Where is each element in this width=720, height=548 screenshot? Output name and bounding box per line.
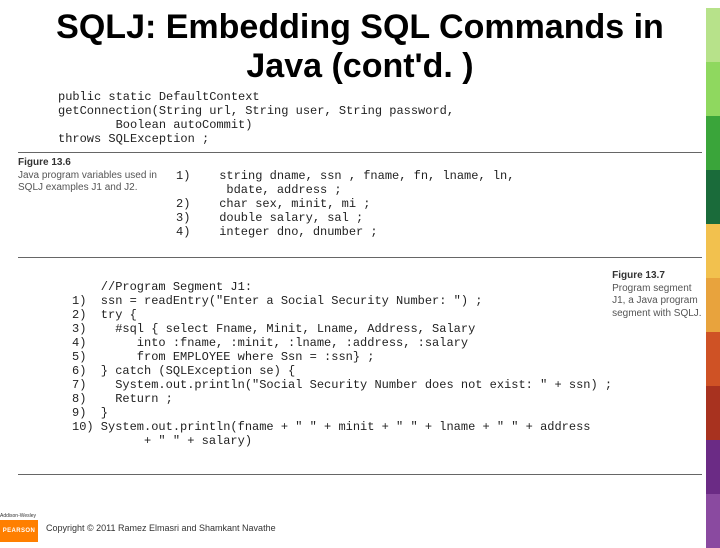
slide-title: SQLJ: Embedding SQL Commands in Java (co… xyxy=(20,8,700,86)
figure-13-6-caption: Figure 13.6 Java program variables used … xyxy=(18,157,168,251)
figure-13-7-label: Figure 13.7 xyxy=(612,270,702,283)
code-getconnection: public static DefaultContext getConnecti… xyxy=(58,90,720,146)
figure-13-6-label: Figure 13.6 xyxy=(18,157,168,170)
pearson-logo-text: PEARSON xyxy=(3,528,35,534)
divider-1 xyxy=(18,152,702,153)
figure-13-7-caption: Figure 13.7 Program segment J1, a Java p… xyxy=(612,270,702,460)
divider-3 xyxy=(18,474,702,475)
figure-13-7: //Program Segment J1: 1) ssn = readEntry… xyxy=(18,268,702,460)
footer: Addison-Wesley PEARSON Copyright © 2011 … xyxy=(0,514,706,542)
pearson-logo: PEARSON xyxy=(0,520,38,542)
figure-13-6: Figure 13.6 Java program variables used … xyxy=(18,157,702,251)
addison-wesley-label: Addison-Wesley xyxy=(0,514,36,519)
copyright-text: Copyright © 2011 Ramez Elmasri and Shamk… xyxy=(46,523,276,533)
decorative-stripe xyxy=(706,8,720,548)
code-program-j1: //Program Segment J1: 1) ssn = readEntry… xyxy=(72,280,612,448)
figure-13-6-text: Java program variables used in SQLJ exam… xyxy=(18,170,157,194)
figure-13-7-text: Program segment J1, a Java program segme… xyxy=(612,283,701,319)
divider-2 xyxy=(18,257,702,258)
code-variable-decls: 1) string dname, ssn , fname, fn, lname,… xyxy=(176,169,514,239)
publisher-logo-wrap: Addison-Wesley PEARSON xyxy=(0,514,38,542)
